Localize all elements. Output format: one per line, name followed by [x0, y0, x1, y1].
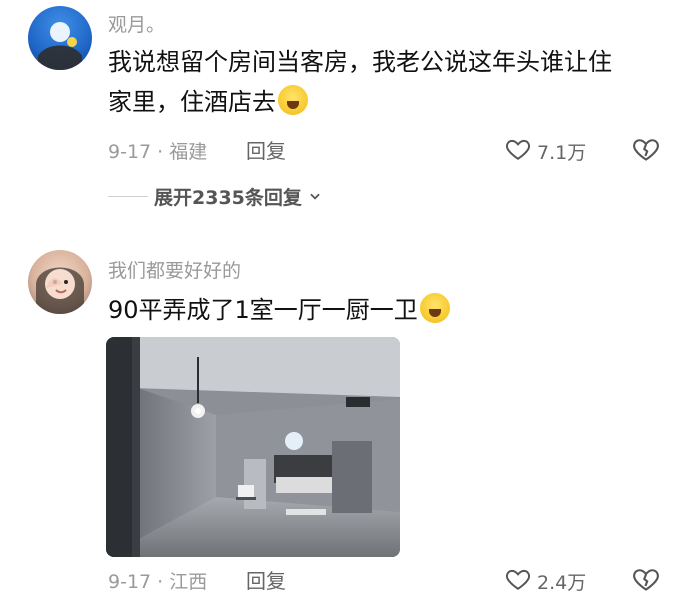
like-button[interactable]: 7.1万 — [505, 136, 586, 167]
heart-outline-icon — [505, 566, 531, 597]
meta-separator: · — [157, 141, 164, 163]
broken-heart-icon — [632, 139, 660, 167]
chevron-down-icon — [308, 186, 322, 208]
comment-text: 90平弄成了1室一厅一厨一卫 — [108, 290, 450, 330]
comment-line-1: 我说想留个房间当客房，我老公说这年头谁让住 — [108, 48, 612, 76]
comment-date: 9-17 — [108, 141, 152, 163]
like-count: 2.4万 — [537, 572, 587, 594]
bedroom-photo[interactable] — [106, 337, 400, 557]
comment-text-content: 90平弄成了1室一厅一厨一卫 — [108, 296, 418, 324]
comment-location: 江西 — [169, 571, 208, 593]
like-count: 7.1万 — [537, 142, 587, 164]
avatar[interactable] — [28, 250, 92, 314]
avatar-image — [36, 267, 84, 314]
comment-line-2: 家里，住酒店去 — [108, 82, 678, 122]
dislike-button[interactable] — [632, 565, 660, 597]
comment-date: 9-17 — [108, 571, 152, 593]
comment-location: 福建 — [169, 141, 208, 163]
broken-heart-icon — [632, 569, 660, 597]
reply-button[interactable]: 回复 — [246, 565, 286, 594]
expand-replies-label: 展开2335条回复 — [154, 187, 302, 209]
bedroom-photo-image — [106, 337, 400, 557]
reply-button[interactable]: 回复 — [246, 135, 286, 164]
expand-replies-button[interactable]: 展开2335条回复 — [108, 183, 322, 210]
crying-laughing-face-icon — [419, 293, 450, 323]
comment-line-2-text: 家里，住酒店去 — [108, 88, 276, 116]
expand-divider — [108, 196, 148, 197]
dislike-button[interactable] — [632, 135, 660, 167]
username[interactable]: 观月。 — [108, 10, 165, 37]
meta-separator: · — [157, 571, 164, 593]
comment-meta: 9-17 · 江西 — [108, 567, 207, 594]
avatar[interactable] — [28, 6, 92, 70]
like-button[interactable]: 2.4万 — [505, 566, 586, 597]
heart-outline-icon — [505, 136, 531, 167]
avatar-image — [38, 22, 82, 70]
comment-meta: 9-17 · 福建 — [108, 137, 207, 164]
username[interactable]: 我们都要好好的 — [108, 256, 241, 283]
crying-laughing-face-icon — [278, 85, 308, 115]
comment-text: 我说想留个房间当客房，我老公说这年头谁让住 家里，住酒店去 — [108, 42, 678, 122]
